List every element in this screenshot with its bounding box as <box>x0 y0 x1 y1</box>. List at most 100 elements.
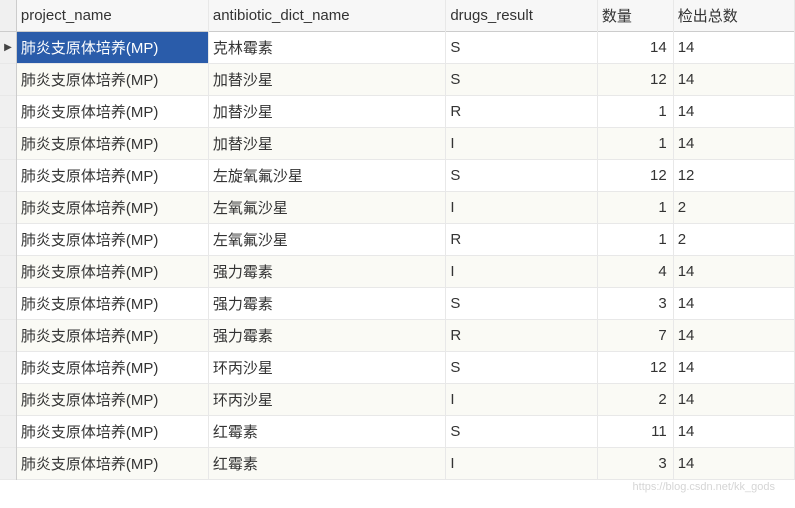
row-indicator <box>0 352 16 384</box>
data-grid[interactable]: project_name antibiotic_dict_name drugs_… <box>0 0 795 480</box>
cell-quantity: 1 <box>597 192 673 224</box>
cell-result: I <box>446 448 598 480</box>
cell-quantity: 12 <box>597 160 673 192</box>
row-indicator <box>0 416 16 448</box>
cell-result: S <box>446 352 598 384</box>
cell-result: I <box>446 192 598 224</box>
cell-antibiotic: 强力霉素 <box>208 256 445 288</box>
row-indicator <box>0 192 16 224</box>
table-row[interactable]: 肺炎支原体培养(MP)左氧氟沙星R12 <box>0 224 795 256</box>
results-table: project_name antibiotic_dict_name drugs_… <box>0 0 795 480</box>
column-header-quantity[interactable]: 数量 <box>597 0 673 32</box>
cell-antibiotic: 强力霉素 <box>208 320 445 352</box>
cell-result: I <box>446 128 598 160</box>
table-row[interactable]: ▶肺炎支原体培养(MP)克林霉素S1414 <box>0 32 795 64</box>
cell-total: 14 <box>673 352 794 384</box>
cell-result: R <box>446 96 598 128</box>
cell-quantity: 3 <box>597 288 673 320</box>
cell-result: R <box>446 224 598 256</box>
row-indicator <box>0 288 16 320</box>
cell-quantity: 1 <box>597 224 673 256</box>
cell-antibiotic: 环丙沙星 <box>208 384 445 416</box>
row-indicator-header <box>0 0 16 32</box>
cell-result: I <box>446 256 598 288</box>
column-header-antibiotic[interactable]: antibiotic_dict_name <box>208 0 445 32</box>
table-row[interactable]: 肺炎支原体培养(MP)环丙沙星S1214 <box>0 352 795 384</box>
row-indicator <box>0 384 16 416</box>
cell-total: 14 <box>673 32 794 64</box>
cell-result: S <box>446 160 598 192</box>
cell-project-name: 肺炎支原体培养(MP) <box>16 192 208 224</box>
row-indicator: ▶ <box>0 32 16 64</box>
cell-result: R <box>446 320 598 352</box>
table-row[interactable]: 肺炎支原体培养(MP)环丙沙星I214 <box>0 384 795 416</box>
cell-result: S <box>446 64 598 96</box>
cell-quantity: 11 <box>597 416 673 448</box>
cell-quantity: 12 <box>597 64 673 96</box>
cell-project-name: 肺炎支原体培养(MP) <box>16 256 208 288</box>
cell-antibiotic: 左旋氧氟沙星 <box>208 160 445 192</box>
table-row[interactable]: 肺炎支原体培养(MP)左旋氧氟沙星S1212 <box>0 160 795 192</box>
cell-quantity: 4 <box>597 256 673 288</box>
cell-total: 14 <box>673 288 794 320</box>
cell-antibiotic: 克林霉素 <box>208 32 445 64</box>
cell-project-name: 肺炎支原体培养(MP) <box>16 96 208 128</box>
cell-total: 14 <box>673 320 794 352</box>
cell-quantity: 2 <box>597 384 673 416</box>
cell-quantity: 14 <box>597 32 673 64</box>
row-indicator <box>0 96 16 128</box>
cell-antibiotic: 加替沙星 <box>208 96 445 128</box>
cell-quantity: 1 <box>597 96 673 128</box>
row-indicator <box>0 160 16 192</box>
cell-quantity: 3 <box>597 448 673 480</box>
cell-antibiotic: 红霉素 <box>208 448 445 480</box>
cell-result: S <box>446 32 598 64</box>
cell-project-name: 肺炎支原体培养(MP) <box>16 352 208 384</box>
cell-result: I <box>446 384 598 416</box>
cell-total: 14 <box>673 384 794 416</box>
cell-project-name: 肺炎支原体培养(MP) <box>16 448 208 480</box>
column-header-project-name[interactable]: project_name <box>16 0 208 32</box>
cell-total: 12 <box>673 160 794 192</box>
cell-quantity: 1 <box>597 128 673 160</box>
row-indicator <box>0 64 16 96</box>
row-indicator <box>0 256 16 288</box>
table-row[interactable]: 肺炎支原体培养(MP)强力霉素S314 <box>0 288 795 320</box>
row-indicator <box>0 448 16 480</box>
cell-project-name: 肺炎支原体培养(MP) <box>16 128 208 160</box>
column-header-total[interactable]: 检出总数 <box>673 0 794 32</box>
cell-antibiotic: 环丙沙星 <box>208 352 445 384</box>
cell-project-name: 肺炎支原体培养(MP) <box>16 64 208 96</box>
cell-antibiotic: 加替沙星 <box>208 64 445 96</box>
cell-total: 14 <box>673 256 794 288</box>
cell-total: 2 <box>673 224 794 256</box>
table-row[interactable]: 肺炎支原体培养(MP)红霉素S1114 <box>0 416 795 448</box>
row-indicator <box>0 224 16 256</box>
table-row[interactable]: 肺炎支原体培养(MP)加替沙星R114 <box>0 96 795 128</box>
cell-project-name: 肺炎支原体培养(MP) <box>16 384 208 416</box>
cell-total: 14 <box>673 128 794 160</box>
column-header-drugs-result[interactable]: drugs_result <box>446 0 598 32</box>
table-row[interactable]: 肺炎支原体培养(MP)加替沙星S1214 <box>0 64 795 96</box>
cell-project-name: 肺炎支原体培养(MP) <box>16 32 208 64</box>
cell-antibiotic: 左氧氟沙星 <box>208 192 445 224</box>
cell-antibiotic: 左氧氟沙星 <box>208 224 445 256</box>
cell-antibiotic: 强力霉素 <box>208 288 445 320</box>
table-row[interactable]: 肺炎支原体培养(MP)强力霉素I414 <box>0 256 795 288</box>
row-indicator <box>0 320 16 352</box>
cell-project-name: 肺炎支原体培养(MP) <box>16 224 208 256</box>
table-row[interactable]: 肺炎支原体培养(MP)红霉素I314 <box>0 448 795 480</box>
row-indicator <box>0 128 16 160</box>
cell-result: S <box>446 416 598 448</box>
table-row[interactable]: 肺炎支原体培养(MP)左氧氟沙星I12 <box>0 192 795 224</box>
table-row[interactable]: 肺炎支原体培养(MP)强力霉素R714 <box>0 320 795 352</box>
header-row: project_name antibiotic_dict_name drugs_… <box>0 0 795 32</box>
cell-total: 14 <box>673 416 794 448</box>
cell-antibiotic: 红霉素 <box>208 416 445 448</box>
cell-quantity: 7 <box>597 320 673 352</box>
table-row[interactable]: 肺炎支原体培养(MP)加替沙星I114 <box>0 128 795 160</box>
cell-total: 14 <box>673 448 794 480</box>
cell-project-name: 肺炎支原体培养(MP) <box>16 320 208 352</box>
cell-total: 14 <box>673 96 794 128</box>
cell-project-name: 肺炎支原体培养(MP) <box>16 288 208 320</box>
